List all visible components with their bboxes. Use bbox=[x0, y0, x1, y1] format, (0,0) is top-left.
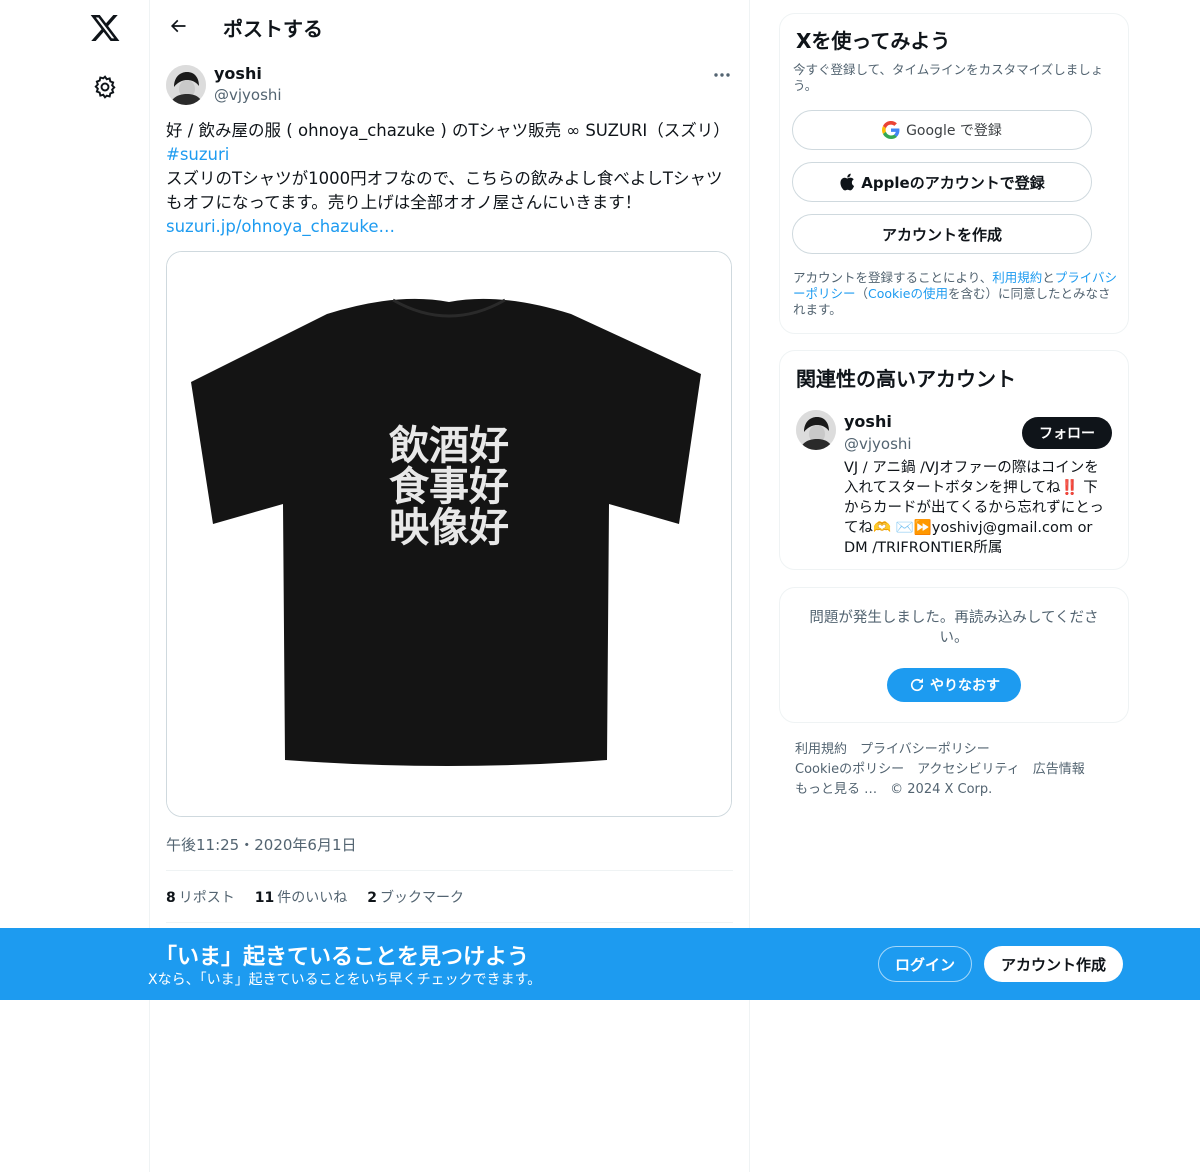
back-arrow-icon[interactable] bbox=[164, 12, 192, 40]
retry-label: やりなおす bbox=[930, 678, 1000, 694]
page-header: ポストする bbox=[150, 0, 749, 53]
footer-more-link[interactable]: もっと見る … bbox=[795, 782, 877, 797]
settings-gear-icon[interactable] bbox=[92, 74, 118, 100]
login-button[interactable]: ログイン bbox=[878, 946, 972, 982]
like-count[interactable]: 11 件のいいね bbox=[255, 887, 347, 907]
signup-subtitle: 今すぐ登録して、タイムラインをカスタマイズしましょう。 bbox=[793, 62, 1104, 93]
post-text-line: スズリのTシャツが1000円オフなので、こちらの飲みよし食べよしTシャツもオフに… bbox=[166, 169, 723, 212]
legal-text-part: アカウントを登録することにより、 bbox=[793, 270, 993, 285]
related-bio: VJ / アニ鍋 /VJオファーの際はコインを入れてスタートボタンを押してね‼️… bbox=[844, 460, 1104, 556]
banner-title: 「いま」起きていることを見つけよう bbox=[155, 945, 530, 970]
post-timestamp[interactable]: 午後11:25・2020年6月1日 bbox=[166, 834, 357, 855]
error-message: 問題が発生しました。再読み込みしてください。 bbox=[809, 610, 1099, 646]
footer-link[interactable]: Cookieのポリシー bbox=[795, 762, 904, 777]
divider bbox=[166, 922, 733, 923]
x-logo-icon[interactable] bbox=[89, 12, 121, 44]
related-accounts-card: 関連性の高いアカウント yoshi @vjyoshi フォロー VJ / アニ鍋… bbox=[779, 350, 1129, 570]
error-card: 問題が発生しました。再読み込みしてください。 やりなおす bbox=[779, 587, 1129, 723]
footer-link[interactable]: 広告情報 bbox=[1033, 762, 1085, 777]
create-account-label: アカウントを作成 bbox=[881, 225, 1002, 244]
cookie-link[interactable]: Cookieの使用 bbox=[868, 286, 948, 301]
footer-link[interactable]: プライバシーポリシー bbox=[860, 742, 990, 757]
apple-signup-label: Appleのアカウントで登録 bbox=[861, 173, 1045, 192]
footer-link[interactable]: アクセシビリティ bbox=[917, 762, 1020, 777]
post-body: 好 / 飲み屋の服 ( ohnoya_chazuke ) のTシャツ販売 ∞ S… bbox=[166, 119, 730, 239]
copyright: © 2024 X Corp. bbox=[890, 782, 993, 797]
page-title: ポストする bbox=[223, 17, 323, 41]
terms-link[interactable]: 利用規約 bbox=[992, 270, 1042, 285]
google-signup-button[interactable]: Google で登録 bbox=[792, 110, 1092, 150]
follow-button[interactable]: フォロー bbox=[1022, 417, 1112, 449]
retry-button[interactable]: やりなおす bbox=[887, 668, 1021, 702]
signup-title: Xを使ってみよう bbox=[796, 29, 951, 53]
author-name[interactable]: yoshi bbox=[214, 64, 262, 83]
related-avatar[interactable] bbox=[796, 410, 836, 450]
related-title: 関連性の高いアカウント bbox=[796, 367, 1016, 391]
bookmark-count[interactable]: 2 ブックマーク bbox=[367, 887, 464, 907]
related-name[interactable]: yoshi bbox=[844, 412, 892, 431]
footer-link[interactable]: 利用規約 bbox=[795, 742, 847, 757]
refresh-icon bbox=[910, 678, 924, 692]
author-avatar[interactable] bbox=[166, 65, 206, 105]
legal-text: アカウントを登録することにより、利用規約とプライバシーポリシー（Cookieの使… bbox=[793, 270, 1118, 318]
google-icon bbox=[882, 121, 900, 139]
shirt-text-3: 映像好 bbox=[389, 505, 509, 551]
external-link[interactable]: suzuri.jp/ohnoya_chazuke… bbox=[166, 215, 726, 239]
signup-card: Xを使ってみよう 今すぐ登録して、タイムラインをカスタマイズしましょう。 Goo… bbox=[779, 13, 1129, 334]
related-handle[interactable]: @vjyoshi bbox=[844, 435, 912, 453]
banner-subtitle: Xなら、「いま」起きていることをいち早くチェックできます。 bbox=[148, 972, 542, 988]
shirt-text-1: 飲酒好 bbox=[389, 423, 509, 469]
author-handle[interactable]: @vjyoshi bbox=[214, 86, 282, 104]
more-options-icon[interactable] bbox=[708, 66, 736, 84]
apple-signup-button[interactable]: Appleのアカウントで登録 bbox=[792, 162, 1092, 202]
signup-banner: 「いま」起きていることを見つけよう Xなら、「いま」起きていることをいち早くチェ… bbox=[0, 928, 1200, 1000]
legal-text-part: （ bbox=[855, 286, 869, 301]
footer-links: 利用規約 プライバシーポリシー Cookieのポリシー アクセシビリティ 広告情報 も… bbox=[795, 740, 1125, 800]
post-stats: 8 リポスト 11 件のいいね 2 ブックマーク bbox=[166, 887, 464, 907]
apple-icon bbox=[840, 173, 855, 191]
hashtag-link[interactable]: #suzuri bbox=[166, 143, 726, 167]
legal-text-part: と bbox=[1042, 270, 1055, 285]
create-account-button[interactable]: アカウントを作成 bbox=[792, 214, 1092, 254]
banner-create-account-button[interactable]: アカウント作成 bbox=[984, 946, 1123, 982]
google-signup-label: Google で登録 bbox=[906, 123, 1002, 139]
shirt-text-2: 食事好 bbox=[389, 464, 509, 510]
repost-count[interactable]: 8 リポスト bbox=[166, 887, 235, 907]
post-image[interactable]: 飲酒好 食事好 映像好 bbox=[166, 251, 732, 817]
divider bbox=[166, 870, 733, 871]
post-text-line: 好 / 飲み屋の服 ( ohnoya_chazuke ) のTシャツ販売 ∞ S… bbox=[166, 121, 730, 140]
